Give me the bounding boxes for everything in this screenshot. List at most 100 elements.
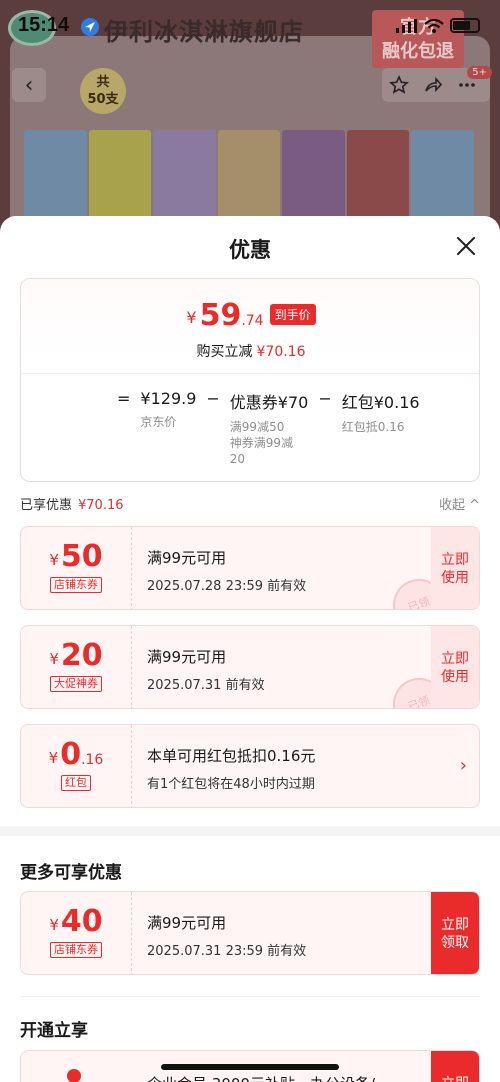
formula-note-line: 20 — [229, 452, 246, 466]
final-price-tag: 到手价 — [269, 304, 316, 325]
claim-now-line-2: 领取 — [441, 935, 469, 951]
formula-term-note: 红包抵0.16 — [342, 419, 420, 435]
close-icon[interactable] — [454, 234, 478, 258]
membership-pin-icon — [67, 1069, 81, 1082]
coupon-amount: 50 — [60, 539, 103, 574]
star-icon[interactable] — [389, 75, 409, 95]
collapse-toggle[interactable]: 收起 ^ — [439, 494, 480, 513]
product-image-strip — [24, 130, 475, 230]
red-packet-amount-integer: 0 — [60, 737, 82, 772]
formula-term-note: 满99减50 神券满99减 20 — [230, 419, 309, 467]
product-thumbnail — [217, 130, 281, 230]
coupon-card: ¥ 20 大促神券 满99元可用 2025.07.31 前有效 已领 立即 使用 — [20, 625, 480, 709]
pack-count-label: 共 — [96, 75, 110, 90]
instant-reduction: 购买立减 ¥70.16 — [21, 341, 481, 361]
coupon-value: ¥ 40 店铺东券 — [21, 892, 131, 974]
formula-operator: − — [206, 389, 220, 408]
use-now-button[interactable]: 立即 使用 — [431, 626, 479, 708]
red-packet-value: ¥ 0 .16 红包 — [21, 725, 131, 807]
price-summary-card: ¥ 59 .74 到手价 购买立减 ¥70.16 = ¥129.9 京东价 − 优惠券¥7… — [20, 278, 480, 482]
location-arrow-icon — [81, 18, 99, 36]
back-button[interactable]: ‹ — [12, 68, 46, 102]
store-name: 伊利冰淇淋旗舰店 — [104, 17, 304, 46]
instant-reduction-label: 购买立减 — [196, 344, 253, 360]
claim-now-button[interactable]: 立即 领取 — [431, 892, 479, 974]
more-discounts-title: 更多可享优惠 — [20, 863, 122, 883]
final-price-currency: ¥ — [186, 308, 197, 327]
status-bar-time: 15:14 — [18, 14, 70, 36]
signal-icon — [396, 18, 417, 33]
enjoyed-label: 已享优惠 — [20, 498, 73, 513]
coupon-type-badge: 大促神券 — [50, 676, 102, 692]
banner-line-2: 融化包退 — [382, 41, 454, 62]
formula-operator: − — [318, 389, 332, 408]
product-thumbnail — [411, 130, 475, 230]
formula-operator: = — [117, 389, 131, 408]
final-price: ¥ 59 .74 到手价 — [21, 301, 481, 331]
red-packet-currency: ¥ — [48, 749, 59, 767]
coupon-condition: 满99元可用 — [147, 648, 227, 666]
coupon-expiry: 2025.07.31 23:59 前有效 — [147, 944, 307, 959]
chevron-right-icon: › — [459, 755, 467, 776]
coupon-value: ¥ 20 大促神券 — [21, 626, 131, 708]
coupon-expiry: 2025.07.31 前有效 — [147, 678, 265, 693]
pack-count-badge: 共 50支 — [80, 68, 126, 114]
coupon-amount: 40 — [60, 904, 103, 939]
product-thumbnail — [153, 130, 216, 230]
formula-term: 优惠券¥70 满99减50 神券满99减 20 — [230, 389, 309, 467]
coupon-amount: 20 — [60, 638, 103, 673]
coupon-currency: ¥ — [49, 916, 59, 934]
product-thumbnail — [88, 130, 152, 230]
formula-term-value: ¥129.9 — [140, 389, 197, 408]
red-packet-deduction: 本单可用红包抵扣0.16元 — [147, 747, 316, 765]
price-formula: = ¥129.9 京东价 − 优惠券¥70 满99减50 神券满99减 20− 红包¥0.16 红… — [117, 389, 430, 467]
coupon-separator — [131, 527, 132, 609]
enjoyed-discounts-row: 已享优惠 ¥70.16 收起 ^ — [20, 494, 480, 513]
instant-reduction-value: ¥70.16 — [256, 344, 306, 360]
claim-now-line-1: 立即 — [441, 917, 469, 933]
use-now-line-1: 立即 — [441, 552, 469, 568]
section-divider — [20, 996, 480, 997]
coupon-currency: ¥ — [49, 650, 59, 668]
coupon-type-badge: 店铺东券 — [50, 577, 102, 593]
section-gap — [0, 826, 500, 836]
coupon-card: ¥ 50 店铺东券 满99元可用 2025.07.28 23:59 前有效 已领… — [20, 526, 480, 610]
pack-count-value: 50支 — [87, 92, 119, 107]
summary-divider — [21, 373, 479, 374]
red-packet-expiry-note: 有1个红包将在48小时内过期 — [147, 777, 315, 792]
formula-note-line: 神券满99减 — [229, 436, 294, 450]
coupon-separator — [131, 892, 132, 974]
coupon-type-badge: 店铺东券 — [50, 942, 102, 958]
wifi-icon — [424, 18, 444, 33]
home-indicator — [161, 1064, 339, 1070]
sheet-title: 优惠 — [229, 238, 271, 262]
use-now-button[interactable]: 立即 使用 — [431, 527, 479, 609]
share-icon[interactable] — [423, 75, 443, 95]
discount-sheet: 优惠 ¥ 59 .74 到手价 购买立减 ¥70.16 = ¥129.9 京东价 − 优惠… — [0, 216, 500, 1082]
use-now-line-1: 立即 — [441, 651, 469, 667]
coupon-condition: 满99元可用 — [147, 549, 227, 567]
red-packet-badge: 红包 — [61, 775, 91, 791]
formula-term-note: 京东价 — [140, 414, 196, 430]
join-now-button[interactable]: 立即 — [431, 1051, 479, 1082]
final-price-integer: 59 — [199, 298, 242, 333]
formula-term: ¥129.9 京东价 — [140, 389, 196, 467]
formula-note-line: 京东价 — [140, 415, 177, 429]
coupon-separator — [131, 725, 132, 807]
product-thumbnail — [346, 130, 410, 230]
battery-icon — [450, 18, 480, 33]
use-now-line-2: 使用 — [441, 570, 469, 586]
chevron-left-icon: ‹ — [24, 72, 34, 98]
formula-note-line: 满99减50 — [229, 420, 285, 434]
coupon-currency: ¥ — [49, 551, 59, 569]
use-now-line-2: 使用 — [441, 669, 469, 685]
coupon-separator — [131, 626, 132, 708]
product-thumbnail — [282, 130, 345, 230]
membership-offer-text: 企业会员 3000元补贴，办公设备/ — [147, 1073, 375, 1082]
red-packet-amount-decimal: .16 — [81, 752, 104, 768]
claimable-coupon-card: ¥ 40 店铺东券 满99元可用 2025.07.31 23:59 前有效 立即… — [20, 891, 480, 975]
formula-note-line: 红包抵0.16 — [341, 420, 405, 434]
red-packet-card[interactable]: ¥ 0 .16 红包 本单可用红包抵扣0.16元 有1个红包将在48小时内过期 … — [20, 724, 480, 808]
coupon-condition: 满99元可用 — [147, 914, 227, 932]
message-count-badge: 5+ — [467, 66, 492, 79]
